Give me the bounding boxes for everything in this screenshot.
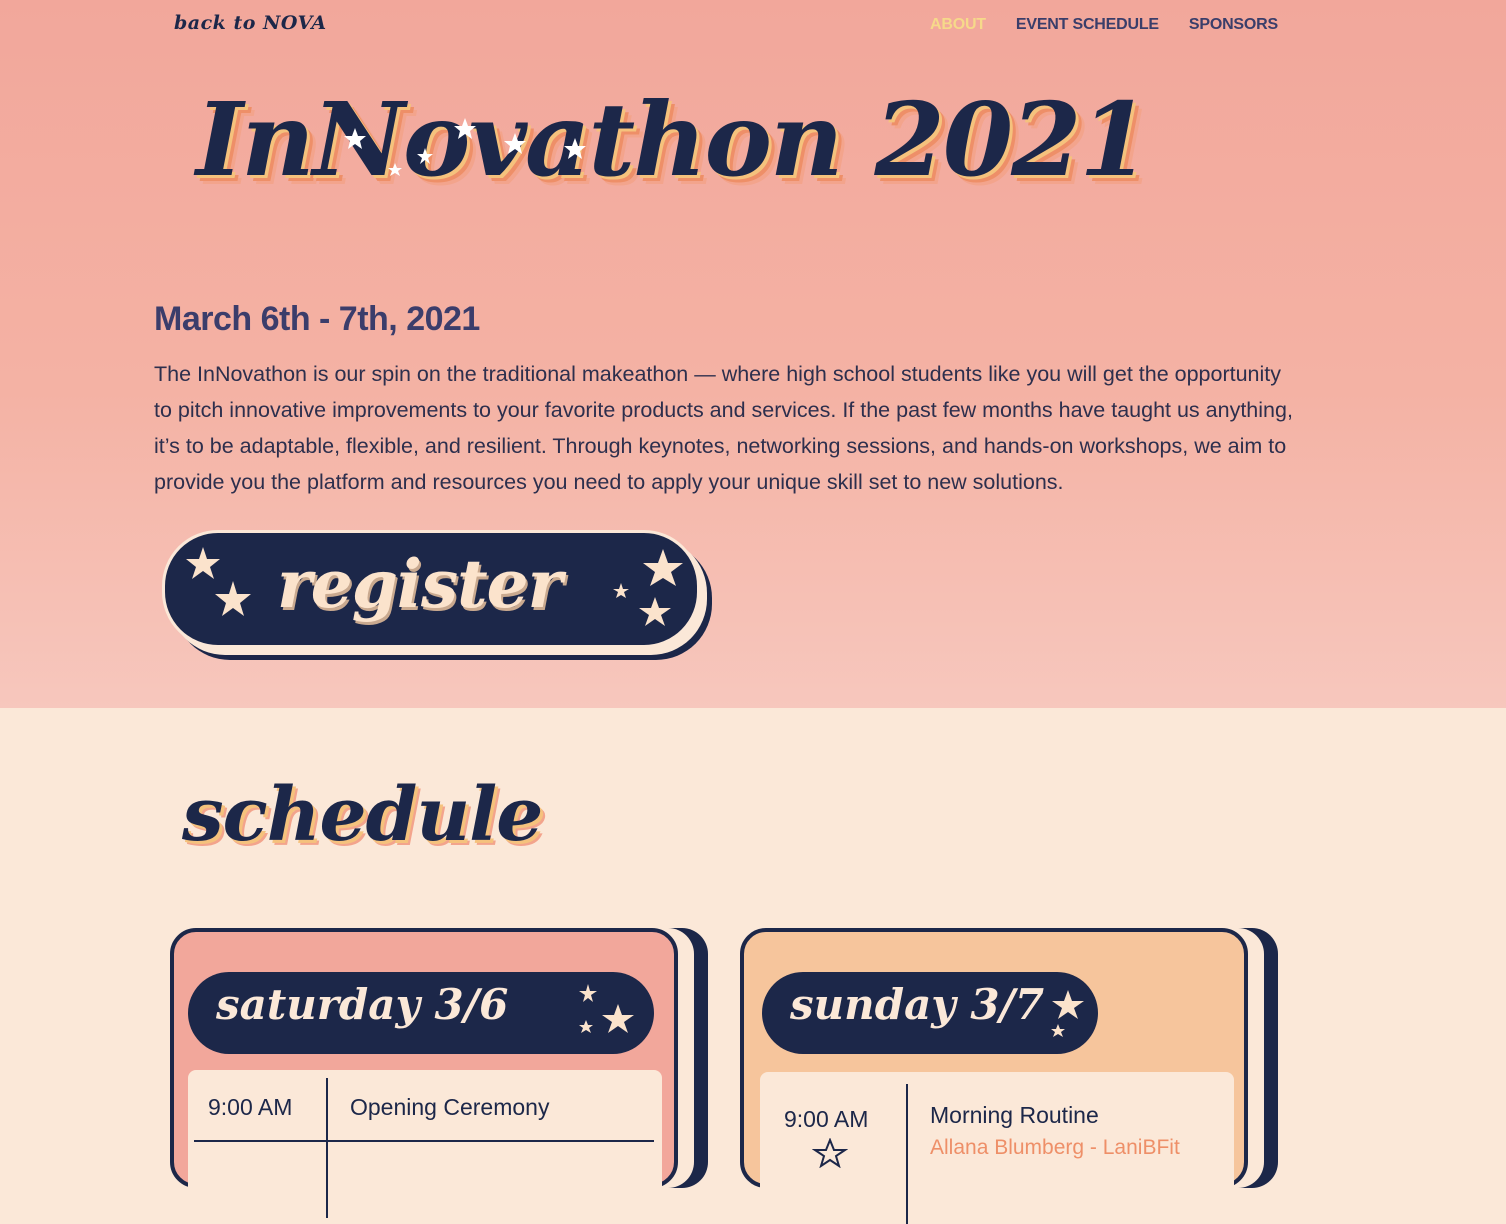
star-icon [602, 1004, 634, 1033]
event-title: Morning Routine [930, 1102, 1099, 1128]
event-description: The InNovathon is our spin on the tradit… [154, 362, 1293, 494]
register-button[interactable]: register [162, 530, 714, 662]
nav-event-schedule[interactable]: EVENT SCHEDULE [1016, 16, 1159, 34]
event-title: Opening Ceremony [350, 1094, 550, 1120]
hero-section: back to NOVA ABOUT EVENT SCHEDULE SPONSO… [0, 0, 1506, 708]
schedule-table: 9:00 AM Opening Ceremony [188, 1070, 662, 1218]
star-icon [613, 583, 629, 598]
card-face: saturday 3/6 9:00 AM Opening Ceremony [170, 928, 678, 1218]
star-icon [1051, 1024, 1065, 1037]
event-speaker: Allana Blumberg - LaniBFit [930, 1136, 1180, 1159]
star-icon [579, 1020, 593, 1033]
schedule-table: 9:00 AM Morning Routine Allana Blumberg … [760, 1072, 1234, 1224]
star-icon [186, 547, 220, 579]
nav-sponsors[interactable]: SPONSORS [1189, 16, 1278, 34]
top-nav: ABOUT EVENT SCHEDULE SPONSORS [930, 16, 1278, 34]
star-icon [1052, 990, 1084, 1019]
event-time: 9:00 AM [208, 1094, 293, 1120]
day-pill: sunday 3/7 [762, 972, 1098, 1054]
schedule-card-sunday: sunday 3/7 9:00 AM Morning Routine Allan… [740, 928, 1278, 1224]
page-title: InNovathon 2021 [196, 80, 1150, 199]
schedule-title: schedule [182, 772, 543, 858]
register-label: register [277, 545, 562, 623]
day-pill: saturday 3/6 [188, 972, 654, 1054]
star-icon [639, 597, 671, 626]
nav-about[interactable]: ABOUT [930, 16, 986, 34]
card-face: sunday 3/7 9:00 AM Morning Routine Allan… [740, 928, 1248, 1224]
star-icon [579, 984, 597, 1002]
star-icon [643, 549, 683, 586]
star-icon [215, 581, 251, 616]
day-label: sunday 3/7 [790, 980, 1045, 1029]
day-label: saturday 3/6 [216, 980, 509, 1029]
star-icon [812, 1138, 848, 1168]
site-logo[interactable]: back to NOVA [174, 12, 327, 34]
event-time: 9:00 AM [784, 1106, 869, 1132]
event-dates: March 6th - 7th, 2021 [154, 300, 480, 338]
schedule-card-saturday: saturday 3/6 9:00 AM Opening Ceremony [170, 928, 708, 1218]
